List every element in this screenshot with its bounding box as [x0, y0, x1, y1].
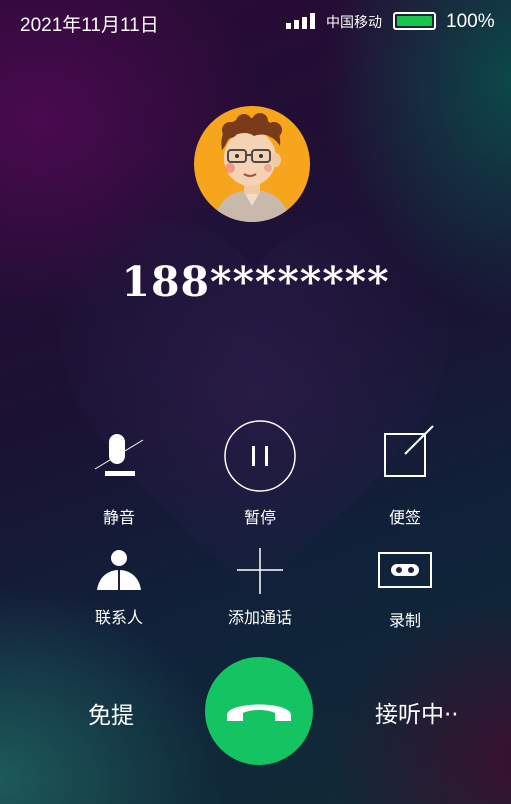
phone-hangup-icon	[227, 704, 291, 721]
signal-bars-icon	[286, 13, 320, 29]
carrier-name: 中国移动	[326, 15, 382, 31]
call-status: 接听中··	[375, 702, 459, 728]
plus-icon	[230, 546, 290, 596]
note-label: 便签	[388, 508, 421, 527]
pause-label: 暂停	[243, 508, 276, 527]
battery-level	[397, 16, 432, 26]
add-call-button[interactable]: 添加通话	[200, 546, 320, 627]
background-heart	[40, 180, 470, 600]
mute-label: 静音	[102, 508, 135, 527]
record-button[interactable]: 录制	[345, 551, 465, 630]
mute-mic-icon	[89, 422, 149, 482]
record-label: 录制	[388, 611, 421, 630]
add-call-label: 添加通话	[227, 608, 292, 627]
caller-number: 188********	[121, 258, 390, 306]
battery-percent: 100%	[446, 11, 495, 32]
note-button[interactable]: 便签	[345, 424, 465, 527]
cartoon-avatar-icon	[214, 113, 290, 222]
status-date: 2021年11月11日	[20, 15, 159, 36]
contact-person-icon	[89, 548, 149, 596]
caller-avatar	[194, 106, 310, 222]
battery-icon	[393, 12, 436, 30]
pause-button[interactable]: 暂停	[200, 419, 320, 527]
speaker-button[interactable]: 免提	[88, 696, 134, 730]
contacts-button[interactable]: 联系人	[59, 548, 179, 627]
mute-button[interactable]: 静音	[59, 422, 179, 527]
status-bar: 2021年11月11日 中国移动 100%	[0, 0, 511, 44]
note-edit-icon	[375, 424, 435, 480]
contacts-label: 联系人	[94, 608, 143, 627]
hangup-button[interactable]	[205, 657, 313, 765]
pause-icon	[223, 419, 297, 493]
record-tape-icon	[375, 551, 435, 591]
